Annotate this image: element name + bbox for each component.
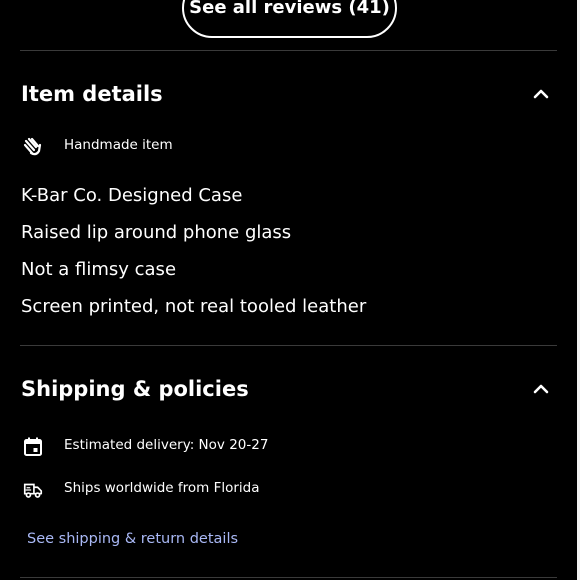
estimated-delivery-text: Estimated delivery: Nov 20-27	[64, 437, 269, 453]
truck-icon	[23, 483, 43, 498]
see-all-reviews-button[interactable]: See all reviews (41)	[182, 0, 397, 38]
detail-line: Not a flimsy case	[21, 259, 177, 280]
ships-from-text: Ships worldwide from Florida	[64, 480, 260, 496]
chevron-up-icon[interactable]	[530, 378, 552, 400]
detail-line: Raised lip around phone glass	[21, 222, 292, 243]
divider	[20, 50, 557, 51]
calendar-icon	[24, 437, 42, 456]
detail-line: K-Bar Co. Designed Case	[21, 185, 243, 206]
detail-line: Screen printed, not real tooled leather	[21, 296, 367, 317]
divider	[20, 345, 557, 346]
hand-icon	[23, 137, 42, 156]
divider	[20, 577, 557, 578]
item-details-title: Item details	[21, 82, 163, 106]
shipping-return-details-link[interactable]: See shipping & return details	[27, 529, 238, 549]
shipping-policies-title: Shipping & policies	[21, 377, 249, 401]
listing-page: See all reviews (41) Item details Handma…	[0, 0, 580, 580]
chevron-up-icon[interactable]	[530, 83, 552, 105]
handmade-item-label: Handmade item	[64, 137, 173, 153]
